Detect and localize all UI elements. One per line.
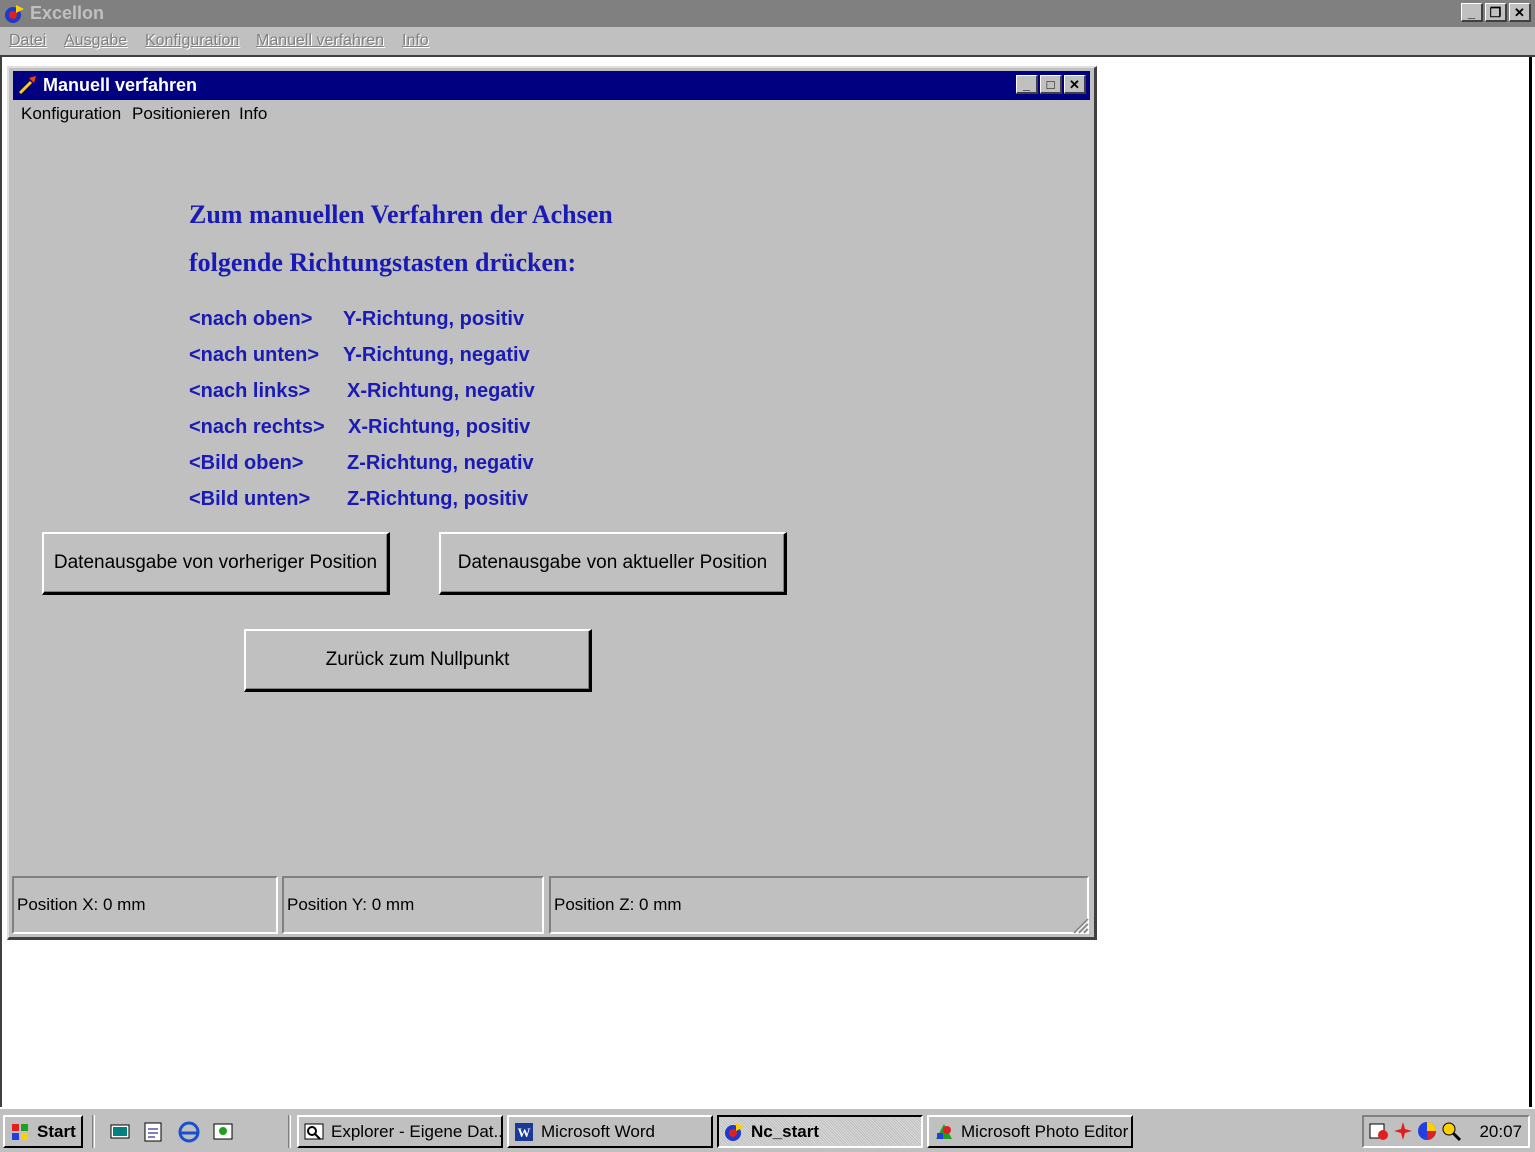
child-title: Manuell verfahren (43, 75, 198, 95)
word-icon: W (515, 1122, 533, 1141)
manual-move-icon (18, 76, 36, 95)
app-menu-bar: Datei Ausgabe Konfiguration Manuell verf… (0, 27, 1535, 57)
app-title: Excellon (30, 3, 105, 23)
key-description: X-Richtung, positiv (348, 416, 531, 438)
prev-position-output-button[interactable]: Datenausgabe von vorheriger Position (42, 532, 390, 595)
find-fast-icon[interactable] (1440, 1120, 1462, 1142)
task-nc-start[interactable]: Nc_start (717, 1115, 923, 1148)
key-label: <Bild oben> (189, 452, 304, 474)
windows-logo-icon (12, 1123, 28, 1140)
key-description: Z-Richtung, positiv (347, 488, 529, 510)
taskbar: Start Explorer - Eigene Dat... W Microso… (0, 1107, 1535, 1152)
system-tray: 20:07 (1362, 1115, 1530, 1148)
task-word[interactable]: W Microsoft Word (507, 1115, 713, 1148)
key-description: Y-Richtung, positiv (343, 308, 525, 330)
app-menu-info[interactable]: Info (402, 32, 429, 50)
current-position-output-button[interactable]: Datenausgabe von aktueller Position (439, 532, 787, 595)
child-minimize-button[interactable]: _ (1016, 75, 1038, 94)
status-position-x: Position X: 0 mm (12, 876, 278, 934)
key-label: <nach rechts> (189, 416, 325, 438)
channels-icon[interactable] (210, 1119, 236, 1145)
internet-explorer-icon[interactable] (176, 1119, 202, 1145)
task-label: Microsoft Photo Editor (961, 1121, 1129, 1141)
clock: 20:07 (1479, 1122, 1522, 1141)
key-label: <nach unten> (189, 344, 320, 366)
child-menu-info[interactable]: Info (239, 104, 267, 124)
child-title-bar[interactable]: Manuell verfahren _ □ ✕ (13, 71, 1090, 100)
app-title-bar[interactable]: Excellon _ ❐ ✕ (0, 0, 1535, 27)
svg-text:W: W (518, 1125, 531, 1140)
show-desktop-icon[interactable] (107, 1119, 133, 1145)
photo-editor-icon (936, 1123, 952, 1139)
child-maximize-button[interactable]: □ (1040, 75, 1062, 94)
status-bar: Position X: 0 mm Position Y: 0 mm Positi… (12, 876, 1089, 934)
app-menu-konfiguration[interactable]: Konfiguration (145, 32, 239, 50)
task-label: Microsoft Word (541, 1121, 655, 1141)
taskbar-separator (92, 1115, 95, 1148)
task-label: Nc_start (751, 1121, 820, 1141)
taskbar-separator (288, 1115, 291, 1148)
explorer-icon (304, 1123, 324, 1140)
status-position-y: Position Y: 0 mm (282, 876, 544, 934)
instruction-heading-line1: Zum manuellen Verfahren der Achsen (189, 200, 613, 229)
app-menu-manuell-verfahren[interactable]: Manuell verfahren (256, 32, 384, 50)
app-menu-datei[interactable]: Datei (9, 32, 46, 50)
start-button[interactable]: Start (3, 1115, 83, 1148)
color-wheel-icon[interactable] (1416, 1120, 1438, 1142)
app-menu-ausgabe[interactable]: Ausgabe (64, 32, 127, 50)
key-description: X-Richtung, negativ (347, 380, 535, 402)
app-restore-button[interactable]: ❐ (1485, 3, 1507, 22)
start-label: Start (37, 1121, 76, 1141)
resize-grip-icon[interactable] (1071, 916, 1089, 934)
task-explorer[interactable]: Explorer - Eigene Dat... (297, 1115, 503, 1148)
excellon-app-icon (5, 5, 24, 23)
app-minimize-button[interactable]: _ (1461, 3, 1483, 22)
key-label: <nach oben> (189, 308, 313, 330)
task-label: Explorer - Eigene Dat... (331, 1121, 503, 1141)
scheduler-icon[interactable] (1368, 1120, 1390, 1142)
task-photo-editor[interactable]: Microsoft Photo Editor (927, 1115, 1133, 1148)
nc-start-icon (725, 1122, 744, 1141)
key-label: <Bild unten> (189, 488, 311, 510)
child-menu-konfiguration[interactable]: Konfiguration (21, 104, 121, 124)
instruction-heading-line2: folgende Richtungstasten drücken: (189, 248, 577, 277)
key-description: Z-Richtung, negativ (347, 452, 534, 474)
app-close-button[interactable]: ✕ (1509, 3, 1531, 22)
star-tray-icon[interactable] (1392, 1120, 1414, 1142)
child-menu-positionieren[interactable]: Positionieren (132, 104, 230, 124)
notepad-icon[interactable] (140, 1119, 166, 1145)
child-close-button[interactable]: ✕ (1064, 75, 1086, 94)
key-description: Y-Richtung, negativ (343, 344, 530, 366)
manuell-verfahren-window: Manuell verfahren _ □ ✕ Konfiguration Po… (7, 66, 1097, 940)
status-position-z: Position Z: 0 mm (549, 876, 1089, 934)
key-label: <nach links> (189, 380, 311, 402)
back-to-zero-button[interactable]: Zurück zum Nullpunkt (244, 629, 592, 692)
